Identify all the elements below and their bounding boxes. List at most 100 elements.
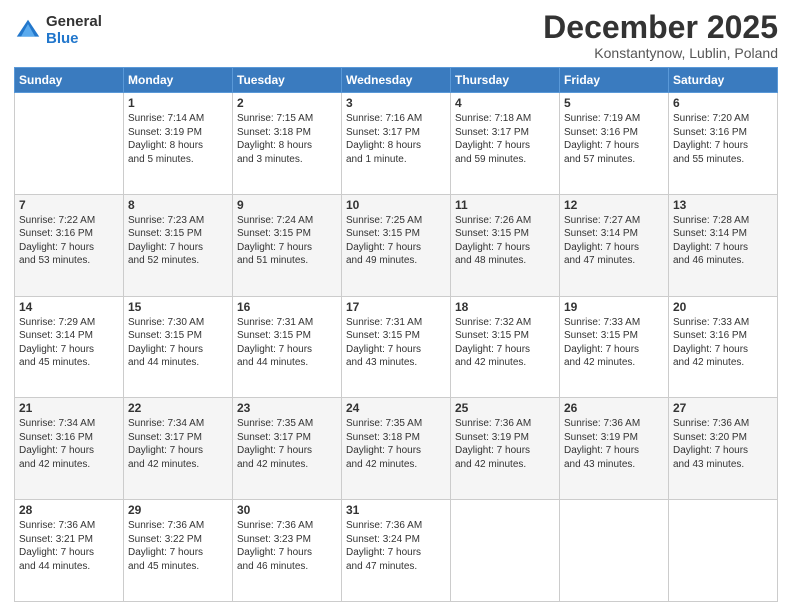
day-info: Sunrise: 7:36 AMSunset: 3:22 PMDaylight:… (128, 519, 228, 573)
day-number: 10 (346, 198, 446, 212)
day-number: 17 (346, 300, 446, 314)
calendar-cell: 24Sunrise: 7:35 AMSunset: 3:18 PMDayligh… (342, 398, 451, 500)
day-number: 12 (564, 198, 664, 212)
day-number: 20 (673, 300, 773, 314)
calendar-week-2: 7 Sunrise: 7:22 AMSunset: 3:16 PMDaylight… (15, 194, 778, 296)
logo-general: General (46, 14, 102, 31)
day-number: 30 (237, 503, 337, 517)
calendar-cell (15, 93, 124, 195)
calendar-cell: 30Sunrise: 7:36 AMSunset: 3:23 PMDayligh… (233, 500, 342, 602)
calendar-cell: 14 Sunrise: 7:29 AMSunset: 3:14 PMDayligh… (15, 296, 124, 398)
calendar-cell: 17 Sunrise: 7:31 AMSunset: 3:15 PMDayligh… (342, 296, 451, 398)
page: General Blue December 2025 Konstantynow,… (0, 0, 792, 612)
day-info: Sunrise: 7:24 AMSunset: 3:15 PMDaylight:… (237, 214, 337, 268)
calendar-cell (560, 500, 669, 602)
calendar-table: SundayMondayTuesdayWednesdayThursdayFrid… (14, 67, 778, 602)
day-number: 16 (237, 300, 337, 314)
logo: General Blue (14, 14, 102, 47)
day-info: Sunrise: 7:36 AMSunset: 3:19 PMDaylight:… (455, 417, 555, 471)
day-number: 9 (237, 198, 337, 212)
calendar-cell: 10 Sunrise: 7:25 AMSunset: 3:15 PMDayligh… (342, 194, 451, 296)
day-info: Sunrise: 7:36 AMSunset: 3:21 PMDaylight:… (19, 519, 119, 573)
calendar-cell: 27Sunrise: 7:36 AMSunset: 3:20 PMDayligh… (669, 398, 778, 500)
day-number: 26 (564, 401, 664, 415)
calendar-cell (669, 500, 778, 602)
day-info: Sunrise: 7:20 AMSunset: 3:16 PMDaylight:… (673, 112, 773, 166)
title-block: December 2025 Konstantynow, Lublin, Pola… (543, 10, 778, 61)
day-info: Sunrise: 7:34 AMSunset: 3:17 PMDaylight:… (128, 417, 228, 471)
calendar-cell: 11 Sunrise: 7:26 AMSunset: 3:15 PMDayligh… (451, 194, 560, 296)
calendar-cell: 16Sunrise: 7:31 AMSunset: 3:15 PMDayligh… (233, 296, 342, 398)
day-number: 18 (455, 300, 555, 314)
weekday-header-thursday: Thursday (451, 68, 560, 93)
calendar-header: SundayMondayTuesdayWednesdayThursdayFrid… (15, 68, 778, 93)
location: Konstantynow, Lublin, Poland (543, 45, 778, 61)
calendar-cell: 5Sunrise: 7:19 AMSunset: 3:16 PMDaylight… (560, 93, 669, 195)
weekday-header-tuesday: Tuesday (233, 68, 342, 93)
logo-blue: Blue (46, 31, 102, 48)
weekday-header-row: SundayMondayTuesdayWednesdayThursdayFrid… (15, 68, 778, 93)
day-info: Sunrise: 7:18 AMSunset: 3:17 PMDaylight:… (455, 112, 555, 166)
day-number: 15 (128, 300, 228, 314)
calendar-cell: 12 Sunrise: 7:27 AMSunset: 3:14 PMDayligh… (560, 194, 669, 296)
day-number: 8 (128, 198, 228, 212)
day-number: 13 (673, 198, 773, 212)
logo-icon (14, 17, 42, 45)
day-number: 23 (237, 401, 337, 415)
calendar-cell: 26Sunrise: 7:36 AMSunset: 3:19 PMDayligh… (560, 398, 669, 500)
calendar-cell: 8Sunrise: 7:23 AMSunset: 3:15 PMDaylight… (124, 194, 233, 296)
day-number: 1 (128, 96, 228, 110)
day-info: Sunrise: 7:29 AMSunset: 3:14 PMDaylight:… (19, 316, 119, 370)
calendar-cell: 22 Sunrise: 7:34 AMSunset: 3:17 PMDayligh… (124, 398, 233, 500)
day-info: Sunrise: 7:16 AMSunset: 3:17 PMDaylight:… (346, 112, 446, 166)
month-title: December 2025 (543, 10, 778, 45)
day-number: 3 (346, 96, 446, 110)
calendar-cell: 7 Sunrise: 7:22 AMSunset: 3:16 PMDaylight… (15, 194, 124, 296)
weekday-header-monday: Monday (124, 68, 233, 93)
logo-text: General Blue (46, 14, 102, 47)
day-info: Sunrise: 7:33 AMSunset: 3:15 PMDaylight:… (564, 316, 664, 370)
day-number: 25 (455, 401, 555, 415)
calendar-cell: 3 Sunrise: 7:16 AMSunset: 3:17 PMDaylight… (342, 93, 451, 195)
calendar-week-1: 1Sunrise: 7:14 AMSunset: 3:19 PMDaylight… (15, 93, 778, 195)
day-number: 14 (19, 300, 119, 314)
calendar-cell: 9 Sunrise: 7:24 AMSunset: 3:15 PMDaylight… (233, 194, 342, 296)
calendar-cell: 19Sunrise: 7:33 AMSunset: 3:15 PMDayligh… (560, 296, 669, 398)
day-info: Sunrise: 7:30 AMSunset: 3:15 PMDaylight:… (128, 316, 228, 370)
day-info: Sunrise: 7:34 AMSunset: 3:16 PMDaylight:… (19, 417, 119, 471)
day-info: Sunrise: 7:28 AMSunset: 3:14 PMDaylight:… (673, 214, 773, 268)
calendar-body: 1Sunrise: 7:14 AMSunset: 3:19 PMDaylight… (15, 93, 778, 602)
day-number: 31 (346, 503, 446, 517)
day-number: 5 (564, 96, 664, 110)
weekday-header-sunday: Sunday (15, 68, 124, 93)
calendar-cell: 13 Sunrise: 7:28 AMSunset: 3:14 PMDayligh… (669, 194, 778, 296)
calendar-cell: 18Sunrise: 7:32 AMSunset: 3:15 PMDayligh… (451, 296, 560, 398)
calendar-cell: 28Sunrise: 7:36 AMSunset: 3:21 PMDayligh… (15, 500, 124, 602)
day-info: Sunrise: 7:25 AMSunset: 3:15 PMDaylight:… (346, 214, 446, 268)
calendar-week-3: 14 Sunrise: 7:29 AMSunset: 3:14 PMDayligh… (15, 296, 778, 398)
calendar-cell: 29Sunrise: 7:36 AMSunset: 3:22 PMDayligh… (124, 500, 233, 602)
weekday-header-friday: Friday (560, 68, 669, 93)
day-number: 22 (128, 401, 228, 415)
day-number: 24 (346, 401, 446, 415)
day-info: Sunrise: 7:15 AMSunset: 3:18 PMDaylight:… (237, 112, 337, 166)
weekday-header-wednesday: Wednesday (342, 68, 451, 93)
day-info: Sunrise: 7:31 AMSunset: 3:15 PMDaylight:… (346, 316, 446, 370)
day-info: Sunrise: 7:36 AMSunset: 3:24 PMDaylight:… (346, 519, 446, 573)
calendar-cell: 31 Sunrise: 7:36 AMSunset: 3:24 PMDayligh… (342, 500, 451, 602)
calendar-cell: 2Sunrise: 7:15 AMSunset: 3:18 PMDaylight… (233, 93, 342, 195)
calendar-week-5: 28Sunrise: 7:36 AMSunset: 3:21 PMDayligh… (15, 500, 778, 602)
day-info: Sunrise: 7:26 AMSunset: 3:15 PMDaylight:… (455, 214, 555, 268)
header: General Blue December 2025 Konstantynow,… (14, 10, 778, 61)
day-info: Sunrise: 7:33 AMSunset: 3:16 PMDaylight:… (673, 316, 773, 370)
day-number: 21 (19, 401, 119, 415)
day-number: 11 (455, 198, 555, 212)
calendar-cell: 4 Sunrise: 7:18 AMSunset: 3:17 PMDaylight… (451, 93, 560, 195)
day-info: Sunrise: 7:22 AMSunset: 3:16 PMDaylight:… (19, 214, 119, 268)
day-info: Sunrise: 7:35 AMSunset: 3:17 PMDaylight:… (237, 417, 337, 471)
day-number: 4 (455, 96, 555, 110)
day-number: 7 (19, 198, 119, 212)
day-info: Sunrise: 7:27 AMSunset: 3:14 PMDaylight:… (564, 214, 664, 268)
calendar-cell: 20 Sunrise: 7:33 AMSunset: 3:16 PMDayligh… (669, 296, 778, 398)
day-number: 27 (673, 401, 773, 415)
